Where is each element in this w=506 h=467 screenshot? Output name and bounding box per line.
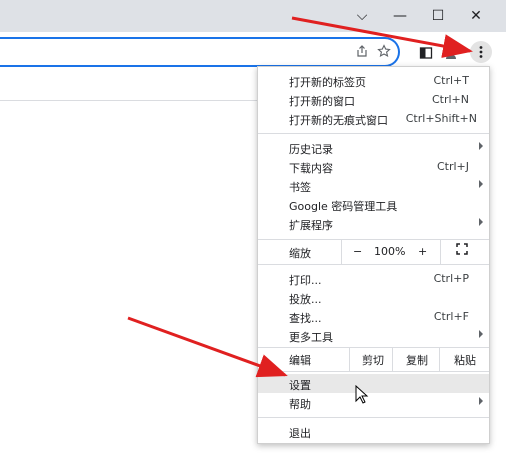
edit-label: 编辑 <box>289 354 311 367</box>
close-button[interactable]: ✕ <box>457 0 495 32</box>
menu-item-new-tab[interactable]: 打开新的标签页 Ctrl+T <box>258 71 489 90</box>
tab-search-chevron-icon[interactable]: ⌵ <box>343 0 381 32</box>
cursor-icon <box>355 385 369 404</box>
separator <box>258 264 489 265</box>
zoom-row: 缩放 − 100% + <box>258 240 489 264</box>
page-divider <box>0 100 258 101</box>
separator <box>439 347 440 371</box>
separator <box>258 371 489 372</box>
menu-item-print[interactable]: 打印... Ctrl+P <box>258 269 489 288</box>
menu-item-history[interactable]: 历史记录 <box>258 138 489 157</box>
zoom-out-button[interactable]: − <box>353 245 362 258</box>
minimize-button[interactable]: — <box>381 0 419 32</box>
zoom-in-button[interactable]: + <box>418 245 427 258</box>
star-icon[interactable] <box>373 40 395 62</box>
menu-item-exit[interactable]: 退出 <box>258 422 489 441</box>
menu-item-more-tools[interactable]: 更多工具 <box>258 326 489 345</box>
cut-button[interactable]: 剪切 <box>362 352 384 368</box>
menu-dots-icon[interactable] <box>470 41 492 63</box>
separator <box>341 240 342 264</box>
menu-item-find[interactable]: 查找... Ctrl+F <box>258 307 489 326</box>
title-bar: ⌵ — ☐ ✕ <box>0 0 506 32</box>
paste-button[interactable]: 粘贴 <box>454 352 476 368</box>
chrome-main-menu: 打开新的标签页 Ctrl+T 打开新的窗口 Ctrl+N 打开新的无痕式窗口 Ctrl… <box>257 66 490 444</box>
menu-item-cast[interactable]: 投放... <box>258 288 489 307</box>
menu-item-extensions[interactable]: 扩展程序 <box>258 214 489 233</box>
separator <box>258 133 489 134</box>
zoom-value: 100% <box>374 245 406 258</box>
chevron-right-icon <box>479 397 483 405</box>
chevron-right-icon <box>479 180 483 188</box>
profile-icon[interactable] <box>440 42 462 64</box>
separator <box>349 347 350 371</box>
zoom-label: 缩放 <box>289 247 311 260</box>
edit-row: 编辑 剪切 复制 粘贴 <box>258 347 489 371</box>
menu-item-bookmarks[interactable]: 书签 <box>258 176 489 195</box>
menu-item-help[interactable]: 帮助 <box>258 393 489 412</box>
separator <box>392 347 393 371</box>
fullscreen-icon[interactable] <box>456 243 468 258</box>
share-icon[interactable] <box>351 40 373 62</box>
menu-item-new-incognito[interactable]: 打开新的无痕式窗口 Ctrl+Shift+N <box>258 109 489 128</box>
copy-button[interactable]: 复制 <box>406 352 428 368</box>
separator <box>440 240 441 264</box>
chevron-right-icon <box>479 218 483 226</box>
menu-item-new-window[interactable]: 打开新的窗口 Ctrl+N <box>258 90 489 109</box>
menu-item-downloads[interactable]: 下载内容 Ctrl+J <box>258 157 489 176</box>
separator <box>258 417 489 418</box>
chevron-right-icon <box>479 142 483 150</box>
side-panel-icon[interactable] <box>415 42 437 64</box>
menu-item-settings[interactable]: 设置 <box>258 374 489 393</box>
menu-item-password-manager[interactable]: Google 密码管理工具 <box>258 195 489 214</box>
address-bar[interactable] <box>0 37 400 67</box>
maximize-button[interactable]: ☐ <box>419 0 457 32</box>
chevron-right-icon <box>479 330 483 338</box>
